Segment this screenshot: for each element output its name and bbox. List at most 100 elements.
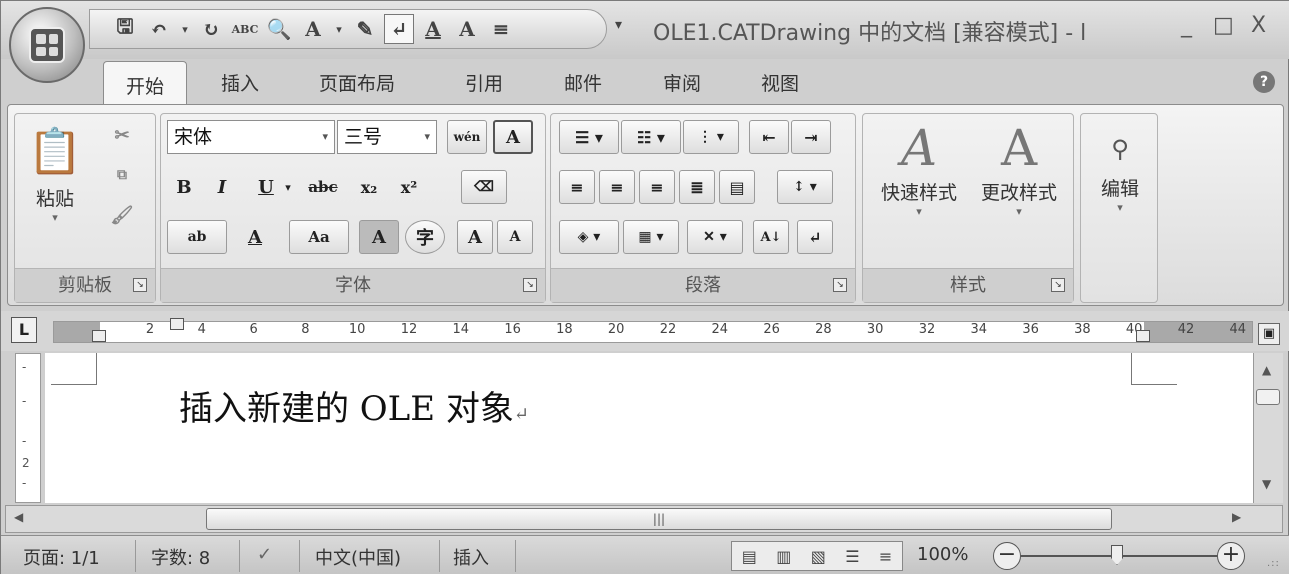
proofing-icon[interactable]: ✓ — [257, 544, 272, 565]
font-size-dropdown-icon[interactable]: ▾ — [424, 121, 430, 153]
clipboard-launcher-icon[interactable]: ↘ — [133, 278, 147, 292]
spelling-icon[interactable]: ABC — [230, 14, 260, 44]
show-hide-marks-icon[interactable]: ↵ — [797, 220, 833, 254]
wrap-text-icon[interactable]: ≡ — [486, 14, 516, 44]
paste-button[interactable]: 📋 粘贴 ▾ — [25, 120, 85, 224]
vertical-scroll-thumb[interactable] — [1256, 389, 1280, 405]
maximize-button[interactable]: □ — [1213, 13, 1234, 38]
scroll-left-icon[interactable]: ◀ — [14, 510, 23, 524]
paragraph-launcher-icon[interactable]: ↘ — [833, 278, 847, 292]
print-layout-icon[interactable]: ▤ — [742, 547, 757, 566]
horizontal-scrollbar[interactable]: ◀ ||| ▶ — [5, 505, 1283, 533]
sort-icon[interactable]: A↓ — [753, 220, 789, 254]
editing-button[interactable]: ⚲ 编辑 ▾ — [1085, 124, 1155, 214]
text-a-icon[interactable]: A — [452, 14, 482, 44]
web-layout-icon[interactable]: ▧ — [811, 547, 826, 566]
decrease-indent-icon[interactable]: ⇤ — [749, 120, 789, 154]
asian-layout-icon[interactable]: ✕ ▾ — [687, 220, 743, 254]
scroll-right-icon[interactable]: ▶ — [1232, 510, 1241, 524]
underline-a-icon[interactable]: A — [418, 14, 448, 44]
styles-launcher-icon[interactable]: ↘ — [1051, 278, 1065, 292]
word-count[interactable]: 字数: 8 — [151, 544, 210, 570]
strikethrough-button[interactable]: abc — [301, 170, 345, 204]
left-indent-marker-icon[interactable] — [92, 330, 106, 342]
close-button[interactable]: X — [1251, 13, 1266, 38]
quick-styles-button[interactable]: A 快速样式 ▾ — [869, 118, 969, 218]
clear-formatting-icon[interactable]: ⌫ — [461, 170, 507, 204]
increase-indent-icon[interactable]: ⇥ — [791, 120, 831, 154]
cut-icon[interactable]: ✂ — [105, 118, 139, 152]
superscript-button[interactable]: x² — [391, 170, 427, 204]
first-line-indent-marker-icon[interactable] — [170, 318, 184, 330]
font-launcher-icon[interactable]: ↘ — [523, 278, 537, 292]
subscript-button[interactable]: x₂ — [351, 170, 387, 204]
char-shading-button[interactable]: A — [359, 220, 399, 254]
draft-icon[interactable]: ≡ — [879, 547, 892, 566]
bold-button[interactable]: B — [169, 170, 199, 204]
zoom-out-button[interactable]: − — [993, 542, 1021, 570]
grow-font-button[interactable]: A — [457, 220, 493, 254]
tab-review[interactable]: 审阅 — [663, 69, 701, 96]
font-name-dropdown-icon[interactable]: ▾ — [322, 121, 328, 153]
minimize-button[interactable]: _ — [1181, 13, 1192, 38]
customize-qat-icon[interactable]: ▾ — [615, 17, 622, 33]
view-ruler-icon[interactable]: ▣ — [1258, 323, 1280, 345]
phonetic-guide-button[interactable]: wén — [447, 120, 487, 154]
scroll-down-icon[interactable]: ▼ — [1262, 477, 1271, 491]
numbering-icon[interactable]: ☷ ▾ — [621, 120, 681, 154]
shrink-font-button[interactable]: A — [497, 220, 533, 254]
save-icon[interactable]: 🖫 — [110, 14, 140, 44]
zoom-slider-thumb[interactable] — [1111, 545, 1123, 565]
resize-grip-icon[interactable]: .:: — [1267, 558, 1280, 569]
font-color-button[interactable]: A — [235, 220, 275, 254]
tab-selector-button[interactable]: L — [11, 317, 37, 343]
align-left-icon[interactable]: ≡ — [559, 170, 595, 204]
horizontal-scroll-thumb[interactable]: ||| — [206, 508, 1112, 530]
distributed-icon[interactable]: ▤ — [719, 170, 755, 204]
page-indicator[interactable]: 页面: 1/1 — [23, 544, 100, 570]
scroll-up-icon[interactable]: ▲ — [1262, 363, 1271, 377]
align-right-icon[interactable]: ≡ — [639, 170, 675, 204]
redo-icon[interactable]: ↻ — [196, 14, 226, 44]
insert-mode-indicator[interactable]: 插入 — [453, 544, 489, 570]
undo-dropdown-icon[interactable]: ▾ — [178, 14, 192, 44]
tab-references[interactable]: 引用 — [465, 69, 503, 96]
undo-icon[interactable]: ↶ — [144, 14, 174, 44]
edit-icon[interactable]: ✎ — [350, 14, 380, 44]
char-border-button[interactable]: A — [493, 120, 533, 154]
vertical-ruler[interactable]: - - - 2 - — [15, 353, 41, 503]
font-size-combo[interactable]: 三号 ▾ — [337, 120, 437, 154]
change-case-button[interactable]: Aa — [289, 220, 349, 254]
copy-icon[interactable]: ⧉ — [105, 158, 139, 192]
multilevel-list-icon[interactable]: ⋮ ▾ — [683, 120, 739, 154]
zoom-level[interactable]: 100% — [917, 544, 968, 565]
line-spacing-icon[interactable]: ↕ ▾ — [777, 170, 833, 204]
bullets-icon[interactable]: ☰ ▾ — [559, 120, 619, 154]
underline-button[interactable]: U — [251, 170, 281, 204]
italic-button[interactable]: I — [207, 170, 237, 204]
justify-icon[interactable]: ≣ — [679, 170, 715, 204]
borders-icon[interactable]: ▦ ▾ — [623, 220, 679, 254]
document-text[interactable]: 插入新建的 OLE 对象↵ — [179, 381, 529, 430]
align-center-icon[interactable]: ≡ — [599, 170, 635, 204]
vertical-scrollbar[interactable]: ▲ ▼ — [1253, 353, 1283, 503]
right-indent-marker-icon[interactable] — [1136, 330, 1150, 342]
full-screen-reading-icon[interactable]: ▥ — [776, 547, 791, 566]
help-icon[interactable]: ? — [1253, 71, 1275, 93]
highlight-button[interactable]: ab — [167, 220, 227, 254]
print-preview-icon[interactable]: 🔍 — [264, 14, 294, 44]
tab-mailings[interactable]: 邮件 — [564, 69, 602, 96]
format-painter-icon[interactable]: 🖌 — [105, 198, 139, 232]
tab-home[interactable]: 开始 — [103, 61, 187, 107]
shading-icon[interactable]: ◈ ▾ — [559, 220, 619, 254]
font-name-combo[interactable]: 宋体 ▾ — [167, 120, 335, 154]
tab-page-layout[interactable]: 页面布局 — [319, 69, 395, 96]
font-style-dropdown-icon[interactable]: ▾ — [332, 14, 346, 44]
office-button[interactable] — [9, 7, 85, 83]
outline-icon[interactable]: ☰ — [845, 547, 859, 566]
underline-dropdown-icon[interactable]: ▾ — [281, 170, 295, 204]
change-styles-button[interactable]: A 更改样式 ▾ — [969, 118, 1069, 218]
horizontal-ruler[interactable]: 2 4 6 8 10 12 14 16 18 20 22 24 26 28 30 32 34 36 38 40 42 44 — [53, 318, 1253, 343]
zoom-in-button[interactable]: + — [1217, 542, 1245, 570]
language-indicator[interactable]: 中文(中国) — [315, 544, 401, 570]
